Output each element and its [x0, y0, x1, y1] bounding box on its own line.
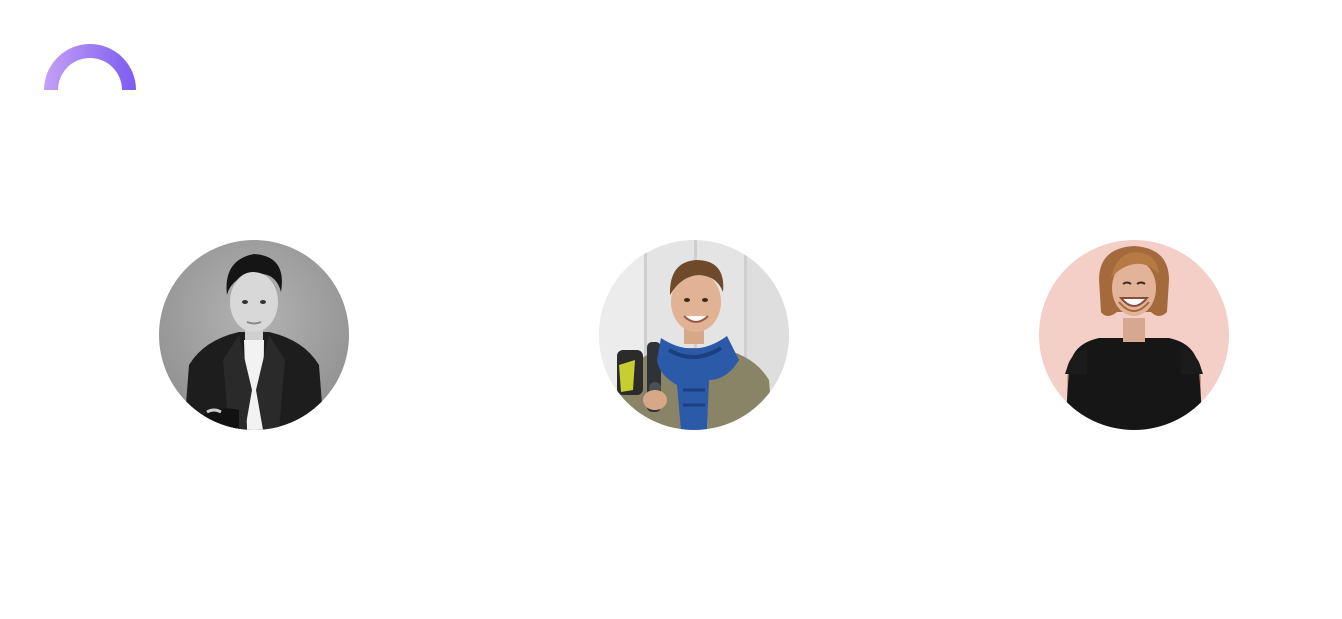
page	[0, 0, 1342, 619]
arc-logo-icon[interactable]	[44, 44, 136, 92]
avatar[interactable]	[1039, 240, 1229, 430]
avatar[interactable]	[599, 240, 789, 430]
person-photo-icon	[159, 240, 349, 430]
person-photo-icon	[1039, 240, 1229, 430]
person-photo-icon	[599, 240, 789, 430]
avatar[interactable]	[159, 240, 349, 430]
avatar-row	[0, 240, 1342, 430]
